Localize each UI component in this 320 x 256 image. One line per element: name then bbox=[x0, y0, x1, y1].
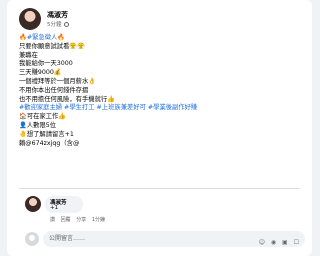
author-name[interactable]: 馮淑芳 bbox=[47, 10, 68, 20]
post-body: 🔥#緊急徵人🔥 只要你願意試試看😤😤 兼職在 我能給你一天3000 三天賺9000💰 一個… bbox=[19, 34, 304, 148]
comment-composer: 公開留言…… ☺ ◉ ▣ ☐ bbox=[25, 231, 305, 247]
post-line: 一個禮拜等於一個月薪水👌 bbox=[19, 77, 97, 85]
comment-like-button[interactable]: 讚 bbox=[50, 217, 55, 223]
post-time[interactable]: 5分鐘 bbox=[47, 22, 62, 28]
post-header: 馮淑芳 5分鐘 bbox=[19, 8, 299, 30]
commenter-avatar[interactable] bbox=[25, 196, 41, 212]
comment-input-placeholder: 公開留言…… bbox=[49, 235, 86, 242]
comment-share-button[interactable]: 分享 bbox=[76, 217, 86, 223]
composer-tools-icon[interactable]: ☺ ◉ ▣ ☐ bbox=[259, 235, 301, 251]
post-line[interactable]: 🔥#緊急徵人🔥 bbox=[19, 34, 304, 43]
comment-reply-button[interactable]: 回覆 bbox=[61, 217, 71, 223]
divider bbox=[19, 188, 300, 189]
post-line: 🤚想了解請留言+1 bbox=[19, 130, 74, 138]
post-line: 不用你本出任何錢件存摺 bbox=[19, 86, 89, 94]
current-user-avatar[interactable] bbox=[25, 232, 39, 246]
post-line: 賴@674zxjqg（含@ bbox=[19, 139, 80, 147]
post-meta: 5分鐘 bbox=[47, 20, 69, 28]
post-line: 我能給你一天3000 bbox=[19, 60, 73, 68]
post-line[interactable]: #歡迎家庭主婦 #學生打工 #上班族兼差好可 #學業後副作好賺 bbox=[19, 104, 304, 113]
post-line: 🏠可在家工作👍 bbox=[19, 113, 67, 121]
globe-icon bbox=[63, 22, 69, 27]
post-line: 只要你願意試試看😤😤 bbox=[19, 42, 86, 50]
post-line: 三天賺9000💰 bbox=[19, 69, 62, 77]
comment-actions: 讚 回覆 分享 1分鐘 bbox=[50, 216, 109, 223]
comment-bubble: 馮淑芳 +1 bbox=[45, 196, 83, 213]
post-card: 馮淑芳 5分鐘 🔥#緊急徵人🔥 只要你願意試試看😤😤 兼職在 我能給你一天3000 三天… bbox=[7, 0, 312, 256]
post-line: 👤人數限5位 bbox=[19, 121, 57, 129]
comment: 馮淑芳 +1 讚 回覆 分享 1分鐘 bbox=[25, 196, 305, 226]
comment-input[interactable]: 公開留言…… ☺ ◉ ▣ ☐ bbox=[43, 231, 305, 247]
comment-text: +1 bbox=[50, 205, 59, 211]
comment-time[interactable]: 1分鐘 bbox=[92, 217, 105, 223]
author-avatar[interactable] bbox=[19, 8, 41, 30]
